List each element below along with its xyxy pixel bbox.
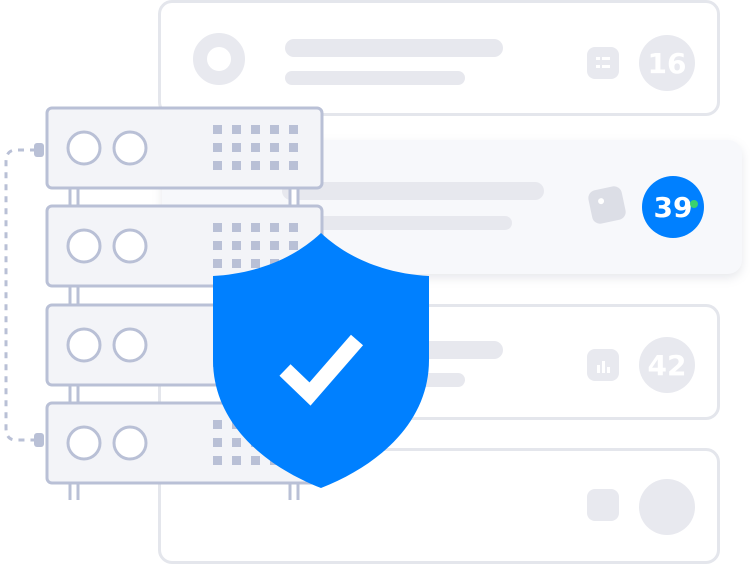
vent-square [213, 125, 222, 134]
vent-square [251, 143, 260, 152]
vent-square [289, 125, 298, 134]
vent-square [251, 241, 260, 250]
vent-square [232, 223, 241, 232]
connector-plug [34, 433, 44, 447]
vent-square [232, 125, 241, 134]
vent-square [213, 420, 222, 429]
server-led [66, 228, 102, 264]
vent-square [251, 456, 260, 465]
vent-square [270, 143, 279, 152]
vent-square [289, 143, 298, 152]
vent-square [289, 241, 298, 250]
vent-square [213, 259, 222, 268]
vent-square [213, 241, 222, 250]
vent-square [289, 223, 298, 232]
server-led [112, 130, 148, 166]
vent-square [213, 223, 222, 232]
vent-square [213, 438, 222, 447]
server-led [66, 130, 102, 166]
server-led [66, 327, 102, 363]
server-led [112, 425, 148, 461]
vent-square [251, 125, 260, 134]
vent-square [232, 438, 241, 447]
vent-square [213, 161, 222, 170]
vent-square [232, 456, 241, 465]
vent-square [232, 259, 241, 268]
server-unit [45, 106, 324, 190]
vent-square [232, 241, 241, 250]
vent-square [232, 143, 241, 152]
vent-square [213, 143, 222, 152]
vent-square [213, 456, 222, 465]
server-led [112, 327, 148, 363]
server-led [66, 425, 102, 461]
vent-square [270, 161, 279, 170]
dashed-connector [4, 148, 36, 442]
connector-plug [34, 143, 44, 157]
vent-square [270, 223, 279, 232]
vent-square [289, 161, 298, 170]
vent-square [251, 259, 260, 268]
vent-square [270, 241, 279, 250]
vent-square [251, 161, 260, 170]
vent-square [232, 161, 241, 170]
server-shield-illustration [4, 106, 429, 500]
vent-square [251, 223, 260, 232]
server-led [112, 228, 148, 264]
vent-square [270, 125, 279, 134]
